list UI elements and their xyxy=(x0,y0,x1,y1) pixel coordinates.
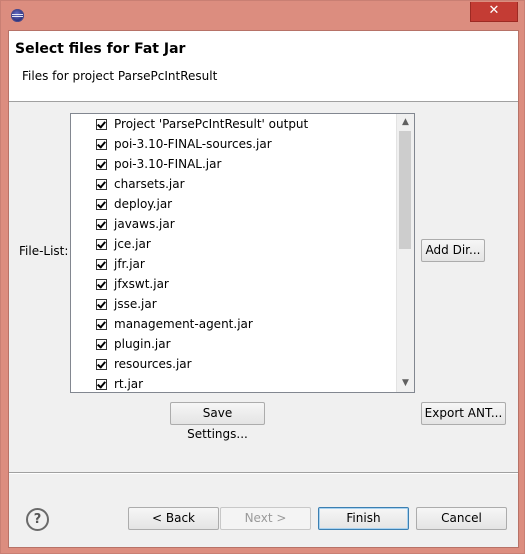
scroll-up-icon[interactable]: ▲ xyxy=(397,114,414,131)
help-icon[interactable]: ? xyxy=(26,508,49,531)
scroll-thumb[interactable] xyxy=(399,131,411,249)
item-label: Project 'ParsePcIntResult' output xyxy=(114,117,309,131)
export-ant-button[interactable]: Export ANT... xyxy=(421,402,506,425)
list-item[interactable]: rt.jar xyxy=(96,374,376,392)
item-checkbox[interactable] xyxy=(96,218,107,230)
list-item[interactable]: poi-3.10-FINAL-sources.jar xyxy=(96,134,376,154)
list-item[interactable]: resources.jar xyxy=(96,354,376,374)
list-item[interactable]: jce.jar xyxy=(96,234,376,254)
file-list[interactable]: Project 'ParsePcIntResult' output poi-3.… xyxy=(70,113,415,393)
close-button[interactable]: ✕ xyxy=(470,2,518,22)
list-item[interactable]: management-agent.jar xyxy=(96,314,376,334)
list-item[interactable]: deploy.jar xyxy=(96,194,376,214)
page-subtitle: Files for project ParsePcIntResult xyxy=(22,69,218,83)
item-checkbox[interactable] xyxy=(96,238,107,250)
list-item[interactable]: Project 'ParsePcIntResult' output xyxy=(96,114,376,134)
item-checkbox[interactable] xyxy=(96,178,107,190)
list-item[interactable]: plugin.jar xyxy=(96,334,376,354)
item-label: jsse.jar xyxy=(114,297,157,311)
next-button[interactable]: Next > xyxy=(220,507,311,530)
separator xyxy=(9,472,518,474)
list-item[interactable]: jfr.jar xyxy=(96,254,376,274)
add-dir-button[interactable]: Add Dir... xyxy=(421,239,485,262)
item-checkbox[interactable] xyxy=(96,198,107,210)
close-icon: ✕ xyxy=(488,3,500,18)
list-item[interactable]: poi-3.10-FINAL.jar xyxy=(96,154,376,174)
title-bar: ✕ xyxy=(1,1,524,29)
item-label: poi-3.10-FINAL.jar xyxy=(114,157,222,171)
cancel-button[interactable]: Cancel xyxy=(416,507,507,530)
item-checkbox[interactable] xyxy=(96,158,107,170)
item-label: management-agent.jar xyxy=(114,317,253,331)
wizard-header: Select files for Fat Jar Files for proje… xyxy=(9,31,518,102)
page-title: Select files for Fat Jar xyxy=(15,41,186,57)
item-checkbox[interactable] xyxy=(96,338,107,350)
dialog-content: Select files for Fat Jar Files for proje… xyxy=(8,30,519,548)
list-item[interactable]: javaws.jar xyxy=(96,214,376,234)
item-checkbox[interactable] xyxy=(96,358,107,370)
finish-button[interactable]: Finish xyxy=(318,507,409,530)
item-label: poi-3.10-FINAL-sources.jar xyxy=(114,137,272,151)
item-label: charsets.jar xyxy=(114,177,185,191)
list-item[interactable]: charsets.jar xyxy=(96,174,376,194)
item-checkbox[interactable] xyxy=(96,278,107,290)
vertical-scrollbar[interactable]: ▲ ▼ xyxy=(396,114,414,392)
item-checkbox[interactable] xyxy=(96,118,107,130)
file-list-label: File-List: xyxy=(19,244,69,258)
dialog-window: ✕ Select files for Fat Jar Files for pro… xyxy=(0,0,525,554)
item-checkbox[interactable] xyxy=(96,318,107,330)
item-label: plugin.jar xyxy=(114,337,171,351)
item-label: javaws.jar xyxy=(114,217,175,231)
item-checkbox[interactable] xyxy=(96,258,107,270)
scroll-down-icon[interactable]: ▼ xyxy=(397,375,414,392)
item-checkbox[interactable] xyxy=(96,298,107,310)
item-checkbox[interactable] xyxy=(96,378,107,390)
item-label: jfr.jar xyxy=(114,257,145,271)
item-label: rt.jar xyxy=(114,377,144,391)
back-button[interactable]: < Back xyxy=(128,507,219,530)
list-item[interactable]: jsse.jar xyxy=(96,294,376,314)
item-label: jce.jar xyxy=(114,237,151,251)
item-label: resources.jar xyxy=(114,357,192,371)
list-item[interactable]: jfxswt.jar xyxy=(96,274,376,294)
item-label: deploy.jar xyxy=(114,197,173,211)
item-checkbox[interactable] xyxy=(96,138,107,150)
eclipse-icon xyxy=(11,9,24,22)
save-settings-button[interactable]: Save Settings... xyxy=(170,402,265,441)
item-label: jfxswt.jar xyxy=(114,277,169,291)
